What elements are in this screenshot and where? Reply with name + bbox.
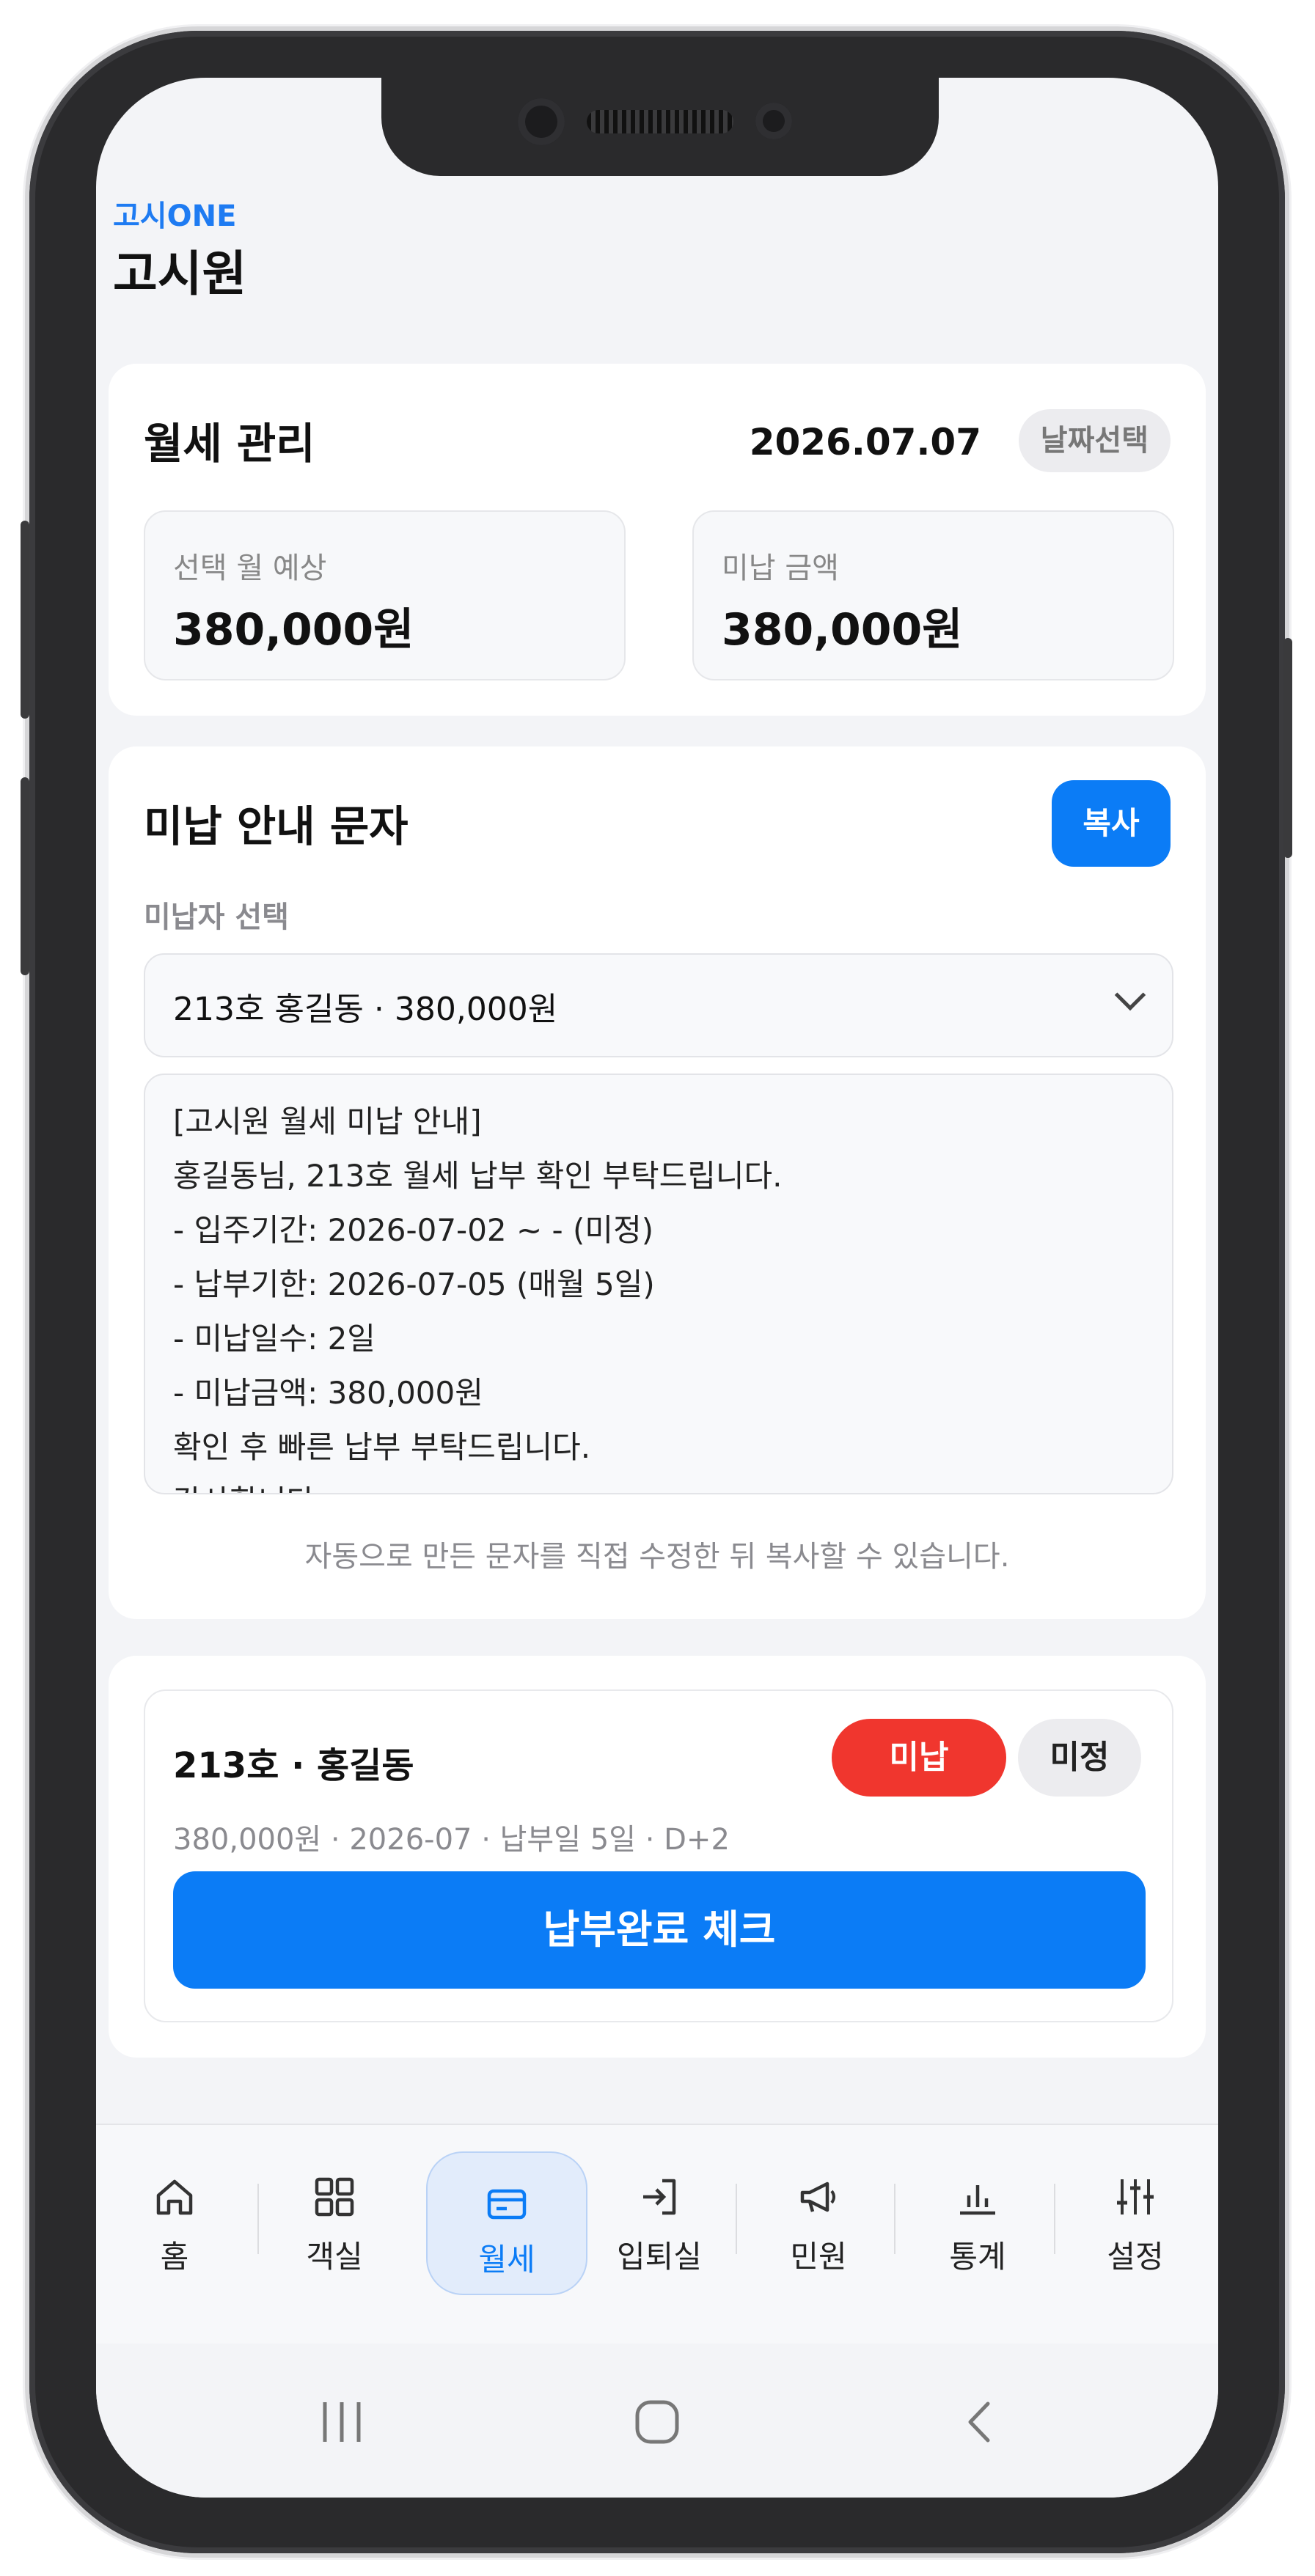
- tenant-item: 213호 · 홍길동 미납 미정 380,000원 · 2026-07 · 납부…: [144, 1689, 1173, 2022]
- tab-label: 홈: [160, 2239, 189, 2275]
- home-button-icon[interactable]: [631, 2396, 683, 2448]
- unpaid-stat: 미납 금액 380,000원: [692, 510, 1174, 680]
- notice-card-title: 미납 안내 문자: [144, 801, 409, 851]
- camera-notch: [381, 78, 939, 176]
- unpaid-value: 380,000원: [722, 604, 963, 656]
- rent-card-title: 월세 관리: [144, 419, 315, 469]
- grid-icon: [315, 2177, 354, 2217]
- tab-complaints[interactable]: 민원: [749, 2146, 888, 2292]
- selected-date: 2026.07.07: [749, 421, 981, 463]
- message-line: - 미납일수: 2일: [173, 1321, 376, 1357]
- unpaid-tenant-select[interactable]: 213호 홍길동 · 380,000원: [144, 953, 1173, 1057]
- volume-up-button: [21, 521, 29, 719]
- tenant-card: 213호 · 홍길동 미납 미정 380,000원 · 2026-07 · 납부…: [109, 1656, 1206, 2058]
- login-icon: [643, 2179, 676, 2215]
- sensor-icon: [755, 103, 792, 139]
- bottom-tab-bar: 홈 객실 월세 입퇴실 민원 통계 설정: [96, 2124, 1218, 2345]
- chevron-down-icon: [1114, 979, 1146, 1011]
- tab-divider: [736, 2184, 737, 2254]
- message-line: - 미납금액: 380,000원: [173, 1375, 483, 1411]
- message-line: 감사합니다.: [173, 1477, 325, 1493]
- card-icon: [487, 2189, 527, 2220]
- tab-label: 입퇴실: [617, 2239, 702, 2275]
- back-icon[interactable]: [954, 2396, 1006, 2448]
- message-line: [고시원 월세 미납 안내]: [173, 1104, 482, 1140]
- app-brand: 고시ONE: [113, 199, 237, 233]
- unpaid-label: 미납 금액: [722, 551, 839, 585]
- sliders-icon: [1117, 2179, 1154, 2214]
- tab-home[interactable]: 홈: [105, 2146, 244, 2292]
- power-button: [1283, 638, 1292, 858]
- page-title: 고시원: [113, 246, 247, 302]
- rent-management-card: 월세 관리 2026.07.07 날짜선택 선택 월 예상 380,000원 미…: [109, 364, 1206, 716]
- message-line: - 납부기한: 2026-07-05 (매월 5일): [173, 1266, 655, 1302]
- date-select-button[interactable]: 날짜선택: [1018, 409, 1171, 472]
- tab-divider: [1054, 2184, 1055, 2254]
- unpaid-select-label: 미납자 선택: [144, 900, 289, 934]
- tab-rooms[interactable]: 객실: [265, 2146, 404, 2292]
- copy-button[interactable]: 복사: [1052, 780, 1171, 867]
- tab-settings[interactable]: 설정: [1066, 2146, 1205, 2292]
- tab-divider: [257, 2184, 259, 2254]
- tab-label: 월세: [478, 2242, 535, 2278]
- message-line: 홍길동님, 213호 월세 납부 확인 부탁드립니다.: [173, 1158, 783, 1194]
- tenant-meta: 380,000원 · 2026-07 · 납부일 5일 · D+2: [173, 1823, 730, 1857]
- expected-value: 380,000원: [173, 604, 414, 656]
- speaker-grille: [587, 110, 733, 133]
- bar-chart-icon: [960, 2185, 995, 2215]
- unpaid-notice-card: 미납 안내 문자 복사 미납자 선택 213호 홍길동 · 380,000원 […: [109, 746, 1206, 1619]
- term-status-badge: 미정: [1018, 1719, 1141, 1797]
- home-icon: [156, 2179, 193, 2215]
- tab-divider: [894, 2184, 895, 2254]
- unpaid-status-badge: 미납: [832, 1719, 1006, 1797]
- tab-label: 객실: [306, 2239, 363, 2275]
- screen: 고시ONE 고시원 월세 관리 2026.07.07 날짜선택 선택 월 예상 …: [96, 78, 1218, 2498]
- message-line: - 입주기간: 2026-07-02 ~ - (미정): [173, 1212, 654, 1248]
- payment-complete-button[interactable]: 납부완료 체크: [173, 1871, 1146, 1989]
- expected-stat: 선택 월 예상 380,000원: [144, 510, 626, 680]
- message-textarea[interactable]: [고시원 월세 미납 안내] 홍길동님, 213호 월세 납부 확인 부탁드립니…: [144, 1074, 1173, 1494]
- expected-label: 선택 월 예상: [173, 551, 327, 585]
- selected-tenant-value: 213호 홍길동 · 380,000원: [173, 991, 558, 1028]
- tab-rent[interactable]: 월세: [426, 2151, 587, 2295]
- tab-label: 민원: [790, 2239, 847, 2275]
- recents-icon[interactable]: [316, 2396, 367, 2448]
- megaphone-icon: [800, 2181, 835, 2212]
- edit-hint: 자동으로 만든 문자를 직접 수정한 뒤 복사할 수 있습니다.: [304, 1540, 1010, 1574]
- tab-label: 설정: [1107, 2239, 1164, 2275]
- message-line: 확인 후 빠른 납부 부탁드립니다.: [173, 1429, 591, 1465]
- tab-check-in-out[interactable]: 입퇴실: [590, 2146, 729, 2292]
- tenant-room: 213호 · 홍길동: [173, 1745, 414, 1786]
- system-nav-bar: [96, 2344, 1218, 2498]
- camera-icon: [518, 98, 565, 145]
- tab-label: 통계: [949, 2239, 1006, 2275]
- tab-statistics[interactable]: 통계: [908, 2146, 1047, 2292]
- volume-down-button: [21, 777, 29, 975]
